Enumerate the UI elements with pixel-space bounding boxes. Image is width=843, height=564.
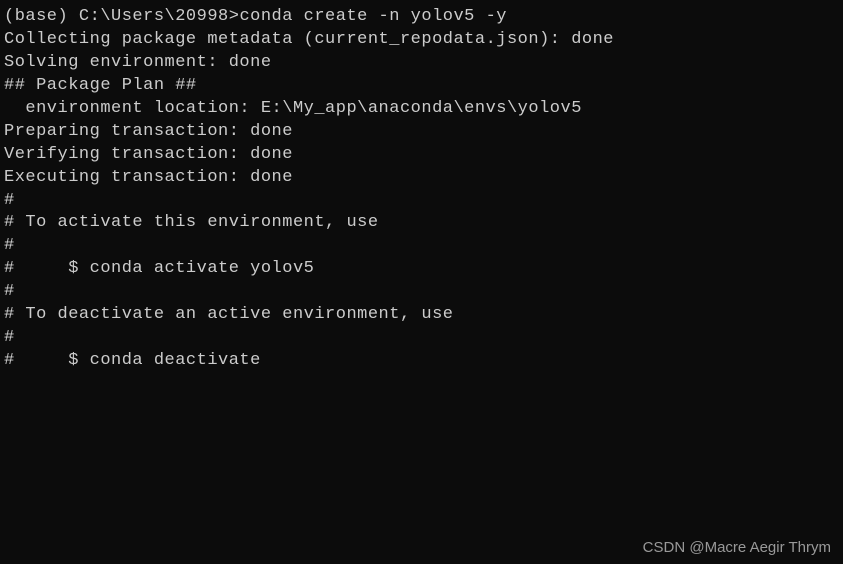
watermark-text: CSDN @Macre Aegir Thrym [643,538,831,558]
prompt-line[interactable]: (base) C:\Users\20998>conda create -n yo… [4,6,839,29]
output-deactivate-cmd: # $ conda deactivate [4,350,839,373]
output-activate-msg: # To activate this environment, use [4,212,839,235]
prompt-command: conda create -n yolov5 -y [239,7,507,26]
output-env-location: environment location: E:\My_app\anaconda… [4,98,839,121]
output-hash: # [4,281,839,304]
output-deactivate-msg: # To deactivate an active environment, u… [4,304,839,327]
output-hash: # [4,327,839,350]
output-heading: ## Package Plan ## [4,75,839,98]
output-preparing: Preparing transaction: done [4,121,839,144]
output-activate-cmd: # $ conda activate yolov5 [4,258,839,281]
output-verifying: Verifying transaction: done [4,144,839,167]
output-executing: Executing transaction: done [4,167,839,190]
output-solving: Solving environment: done [4,52,839,75]
output-hash: # [4,190,839,213]
output-collecting: Collecting package metadata (current_rep… [4,29,839,52]
output-hash: # [4,235,839,258]
prompt-prefix: (base) C:\Users\20998> [4,7,239,26]
